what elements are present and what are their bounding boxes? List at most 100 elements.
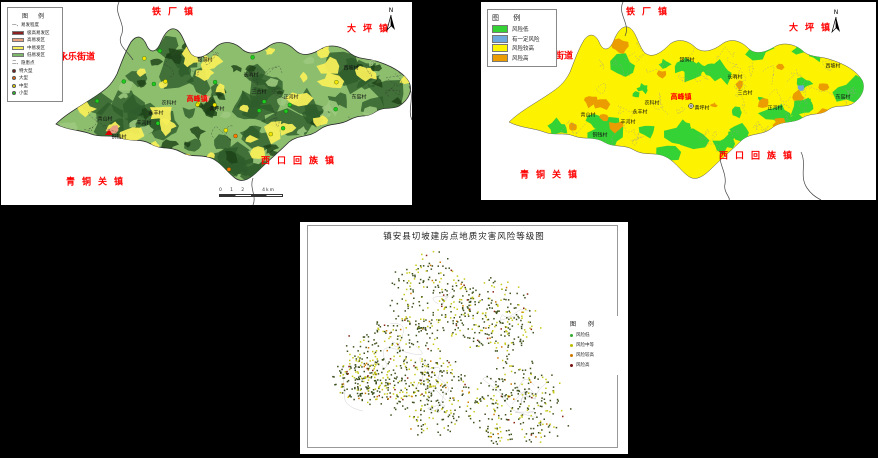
legend-item-label: 极高易发区 bbox=[27, 30, 50, 36]
village-label: 东窑村 bbox=[835, 94, 850, 101]
legend-item: 风险低 bbox=[570, 332, 620, 338]
scale-bar-graphic bbox=[219, 194, 283, 197]
legend-title: 图 例 bbox=[570, 319, 620, 328]
legend-item: 风险低 bbox=[492, 25, 552, 33]
report-canvas: 图 例 一、易发程度极高易发区高易发区中易发区低易发区二、隐患点特大型大型中型小… bbox=[0, 0, 878, 458]
legend-item: 极高易发区 bbox=[12, 30, 58, 36]
legend-title: 图 例 bbox=[492, 13, 552, 23]
legend-item: 风险中等 bbox=[570, 342, 620, 348]
village-label: 丰河村 bbox=[136, 120, 151, 127]
legend-dot-swatch bbox=[570, 354, 573, 357]
legend-color-swatch bbox=[12, 31, 24, 35]
legend-item-label: 高易发区 bbox=[27, 37, 45, 43]
legend-dot-swatch bbox=[570, 364, 573, 367]
village-label: 东窑村 bbox=[351, 94, 366, 101]
village-label: 银洞村 bbox=[197, 57, 212, 64]
legend-item: 中型 bbox=[12, 83, 58, 89]
north-arrow: N bbox=[384, 8, 398, 36]
legend-item-label: 风险较高 bbox=[576, 352, 594, 358]
town-label: 铁厂镇 bbox=[626, 5, 674, 18]
village-label: 青山村 bbox=[97, 116, 112, 123]
legend-item: 风险高 bbox=[570, 362, 620, 368]
village-label: 农科村 bbox=[644, 100, 659, 107]
legend-item: 低易发区 bbox=[12, 52, 58, 58]
legend-section-header: 一、易发程度 bbox=[12, 22, 58, 28]
village-label: 正河村 bbox=[283, 94, 298, 101]
village-label: 丰河村 bbox=[620, 119, 635, 126]
town-label: 永乐街道 bbox=[59, 50, 95, 63]
village-label: 黄坪村 bbox=[209, 106, 224, 113]
town-label: 西口回族镇 bbox=[719, 149, 799, 162]
legend-item-label: 风险较高 bbox=[512, 44, 534, 52]
village-label: 铜钱村 bbox=[592, 132, 607, 139]
legend-item-label: 风险中等 bbox=[576, 342, 594, 348]
legend-item-label: 低易发区 bbox=[27, 52, 45, 58]
north-arrow-icon bbox=[384, 14, 398, 32]
panel-county-risk-point-map: 镇安县切坡建房点地质灾害风险等级图 图 例 风险低风险中等风险较高风险高 bbox=[300, 222, 628, 454]
scale-bar-label: 0 1 2 4km bbox=[219, 188, 283, 193]
legend-dot-swatch bbox=[12, 76, 16, 80]
legend-color-swatch bbox=[12, 38, 24, 42]
legend-dot-swatch bbox=[12, 69, 16, 73]
legend-item-label: 风险低 bbox=[512, 25, 529, 33]
legend-item: 风险较高 bbox=[492, 44, 552, 52]
legend-item: 大型 bbox=[12, 75, 58, 81]
legend-item-label: 风险高 bbox=[512, 54, 529, 62]
legend-item: 特大型 bbox=[12, 68, 58, 74]
legend-item: 风险较高 bbox=[570, 352, 620, 358]
north-arrow-icon bbox=[829, 16, 843, 34]
legend-item-label: 小型 bbox=[19, 90, 28, 96]
town-label: 西口回族镇 bbox=[261, 154, 341, 167]
legend-item-label: 中易发区 bbox=[27, 45, 45, 51]
town-label: 青铜关镇 bbox=[520, 168, 584, 181]
village-label: 永丰村 bbox=[148, 110, 163, 117]
legend-color-swatch bbox=[492, 54, 508, 62]
legend-risk: 图 例 风险低有一定风险风险较高风险高 bbox=[487, 9, 557, 67]
legend-item: 有一定风险 bbox=[492, 35, 552, 43]
legend-item: 风险高 bbox=[492, 54, 552, 62]
legend-section-header: 二、隐患点 bbox=[12, 60, 58, 66]
legend-item: 中易发区 bbox=[12, 45, 58, 51]
legend-risk-points: 图 例 风险低风险中等风险较高风险高 bbox=[566, 316, 624, 375]
town-label: 青铜关镇 bbox=[66, 175, 130, 188]
village-label: 三合村 bbox=[251, 89, 266, 96]
village-label: 农科村 bbox=[161, 100, 176, 107]
town-label: 铁厂镇 bbox=[152, 5, 200, 18]
legend-item-label: 风险高 bbox=[576, 362, 590, 368]
legend-color-swatch bbox=[492, 25, 508, 33]
legend-item: 小型 bbox=[12, 90, 58, 96]
legend-item-label: 大型 bbox=[19, 75, 28, 81]
legend-dot-swatch bbox=[12, 91, 16, 95]
village-label: 西坡村 bbox=[343, 65, 358, 72]
scale-bar: 0 1 2 4km bbox=[219, 188, 283, 197]
village-label: 青山村 bbox=[580, 112, 595, 119]
legend-dot-swatch bbox=[12, 84, 16, 88]
village-label: 长哨村 bbox=[243, 72, 258, 79]
legend-item-label: 有一定风险 bbox=[512, 35, 540, 43]
panel-susceptibility-map: 图 例 一、易发程度极高易发区高易发区中易发区低易发区二、隐患点特大型大型中型小… bbox=[1, 2, 412, 205]
map-title: 镇安县切坡建房点地质灾害风险等级图 bbox=[300, 230, 628, 242]
legend-item-label: 特大型 bbox=[19, 68, 33, 74]
legend-title: 图 例 bbox=[12, 11, 58, 20]
village-label: 黄坪村 bbox=[694, 105, 709, 112]
legend-dot-swatch bbox=[570, 344, 573, 347]
town-label: 高峰镇 bbox=[187, 94, 208, 104]
north-arrow: N bbox=[829, 10, 843, 38]
legend-item: 高易发区 bbox=[12, 37, 58, 43]
village-label: 铜钱村 bbox=[111, 134, 126, 141]
village-label: 长哨村 bbox=[727, 74, 742, 81]
legend-color-swatch bbox=[492, 44, 508, 52]
village-label: 银洞村 bbox=[679, 57, 694, 64]
town-label: 高峰镇 bbox=[671, 92, 692, 102]
panel-risk-zoning-map: 图 例 风险低有一定风险风险较高风险高 N 铁厂镇大坪镇永乐街道西口回族镇青铜关… bbox=[481, 2, 876, 200]
legend-color-swatch bbox=[492, 35, 508, 43]
village-label: 正河村 bbox=[767, 105, 782, 112]
village-label: 三合村 bbox=[737, 90, 752, 97]
legend-item-label: 风险低 bbox=[576, 332, 590, 338]
legend-color-swatch bbox=[12, 53, 24, 57]
legend-dot-swatch bbox=[570, 334, 573, 337]
legend-item-label: 中型 bbox=[19, 83, 28, 89]
legend-color-swatch bbox=[12, 46, 24, 50]
village-label: 永丰村 bbox=[632, 109, 647, 116]
legend-susceptibility: 图 例 一、易发程度极高易发区高易发区中易发区低易发区二、隐患点特大型大型中型小… bbox=[7, 7, 63, 102]
